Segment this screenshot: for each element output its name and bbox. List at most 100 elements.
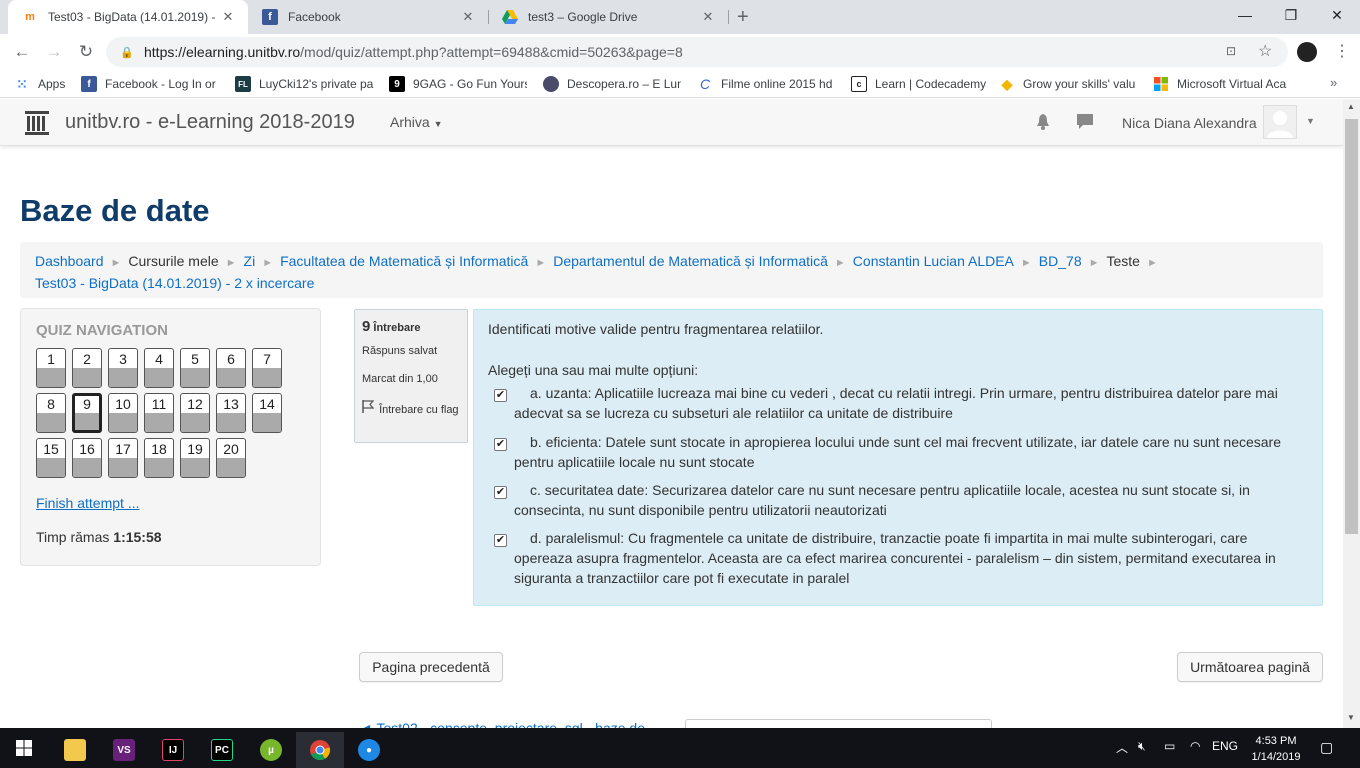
system-clock[interactable]: 4:53 PM 1/14/2019 — [1250, 733, 1302, 765]
close-icon[interactable]: ✕ — [218, 9, 238, 25]
page-scrollbar[interactable]: ▲ ▼ — [1343, 99, 1360, 728]
bell-icon[interactable] — [1036, 114, 1050, 130]
quiz-nav-button-8[interactable]: 8 — [36, 393, 66, 433]
tab-google-drive[interactable]: test3 – Google Drive ✕ — [488, 0, 728, 34]
intellij-icon[interactable]: IJ — [149, 732, 197, 768]
bookmark-9gag[interactable]: 9 9GAG - Go Fun Yours — [389, 75, 527, 93]
close-icon[interactable]: ✕ — [458, 9, 478, 25]
university-logo-icon[interactable] — [25, 111, 49, 138]
quiz-nav-button-13[interactable]: 13 — [216, 393, 246, 433]
answer-option-c[interactable]: ✔ c. securitatea date: Securizarea datel… — [490, 480, 1290, 520]
breadcrumb-departamentul[interactable]: Departamentul de Matematică și Informati… — [553, 253, 828, 269]
quiz-nav-button-16[interactable]: 16 — [72, 438, 102, 478]
quiz-nav-button-12[interactable]: 12 — [180, 393, 210, 433]
breadcrumb-dashboard[interactable]: Dashboard — [35, 253, 104, 269]
breadcrumb-zi[interactable]: Zi — [244, 253, 256, 269]
quiz-nav-button-15[interactable]: 15 — [36, 438, 66, 478]
visual-studio-icon[interactable]: VS — [100, 732, 148, 768]
jump-to-select[interactable] — [685, 719, 992, 728]
quiz-nav-button-1[interactable]: 1 — [36, 348, 66, 388]
translate-icon[interactable]: ⊡ — [1226, 44, 1236, 58]
checkbox-checked-icon[interactable]: ✔ — [494, 438, 507, 451]
bookmark-facebook[interactable]: f Facebook - Log In or — [81, 75, 219, 93]
quiz-nav-button-7[interactable]: 7 — [252, 348, 282, 388]
bookmark-grow-skills[interactable]: ◆ Grow your skills' valu — [999, 75, 1137, 93]
next-page-button[interactable]: Următoarea pagină — [1177, 652, 1323, 682]
quiz-nav-button-17[interactable]: 17 — [108, 438, 138, 478]
back-arrow-icon[interactable]: ← — [10, 40, 34, 64]
avatar[interactable] — [1263, 105, 1297, 139]
quiz-nav-button-10[interactable]: 10 — [108, 393, 138, 433]
bookmark-luycki[interactable]: FL LuyCki12's private pa — [235, 75, 375, 93]
quiz-nav-button-20[interactable]: 20 — [216, 438, 246, 478]
answer-option-a[interactable]: ✔ a. uzanta: Aplicatiile lucreaza mai bi… — [490, 383, 1290, 423]
more-bookmarks-chevron-icon[interactable]: » — [1330, 75, 1337, 90]
bookmark-filme[interactable]: C Filme online 2015 hd — [697, 75, 835, 93]
volume-muted-icon[interactable]: 🔇︎ — [1138, 739, 1146, 754]
bookmark-descopera[interactable]: Descopera.ro – E Lum — [543, 75, 681, 93]
restore-button[interactable]: ❐ — [1268, 0, 1314, 30]
arhiva-menu-label: Arhiva — [390, 114, 430, 130]
minimize-button[interactable]: — — [1222, 0, 1268, 30]
chrome-icon[interactable] — [296, 732, 344, 768]
finish-attempt-link[interactable]: Finish attempt ... — [36, 495, 139, 511]
quiz-nav-button-11[interactable]: 11 — [144, 393, 174, 433]
new-tab-button[interactable]: + — [737, 6, 749, 29]
breadcrumb-teste: Teste — [1106, 253, 1140, 269]
language-indicator[interactable]: ENG — [1212, 739, 1238, 753]
quiz-nav-button-9[interactable]: 9 — [72, 393, 102, 433]
tab-quiz[interactable]: m Test03 - BigData (14.01.2019) - 2 ✕ — [8, 0, 248, 34]
checkbox-checked-icon[interactable]: ✔ — [494, 389, 507, 402]
bookmark-apps[interactable]: ⁙ Apps — [14, 75, 74, 93]
kebab-menu-icon[interactable]: ⋮ — [1334, 41, 1350, 61]
previous-activity-link[interactable]: ◄ Test02 - concepte, proiectare, sql - b… — [359, 720, 645, 728]
answer-option-b[interactable]: ✔ b. eficienta: Datele sunt stocate in a… — [490, 432, 1290, 472]
scrollbar-thumb[interactable] — [1345, 119, 1358, 534]
breadcrumb-teacher[interactable]: Constantin Lucian ALDEA — [853, 253, 1014, 269]
tab-facebook[interactable]: f Facebook ✕ — [248, 0, 488, 34]
arhiva-menu[interactable]: Arhiva ▼ — [390, 114, 443, 130]
window-close-button[interactable]: ✕ — [1314, 0, 1360, 30]
breadcrumb-facultatea[interactable]: Facultatea de Matematică și Informatică — [280, 253, 528, 269]
quiz-nav-number: 17 — [115, 441, 131, 457]
site-name[interactable]: unitbv.ro - e-Learning 2018-2019 — [65, 111, 355, 134]
battery-icon[interactable]: ▭ — [1164, 739, 1175, 753]
quiz-nav-button-4[interactable]: 4 — [144, 348, 174, 388]
windows-start-icon[interactable] — [0, 728, 48, 768]
quiz-nav-button-3[interactable]: 3 — [108, 348, 138, 388]
user-menu-caret-icon[interactable]: ▼ — [1306, 116, 1315, 126]
file-explorer-icon[interactable] — [51, 732, 99, 768]
address-bar[interactable]: 🔒 https://elearning.unitbv.ro/mod/quiz/a… — [106, 37, 1288, 67]
pycharm-icon[interactable]: PC — [198, 732, 246, 768]
answer-option-d[interactable]: ✔ d. paralelismul: Cu fragmentele ca uni… — [490, 528, 1290, 588]
message-icon[interactable] — [1077, 114, 1093, 133]
checkbox-checked-icon[interactable]: ✔ — [494, 534, 507, 547]
scroll-up-icon[interactable]: ▲ — [1347, 102, 1355, 111]
wifi-icon[interactable]: ◠ — [1190, 739, 1200, 753]
tray-chevron-up-icon[interactable]: ︿ — [1116, 739, 1128, 756]
quiz-nav-button-2[interactable]: 2 — [72, 348, 102, 388]
utorrent-icon[interactable]: µ — [247, 732, 295, 768]
breadcrumb-test03[interactable]: Test03 - BigData (14.01.2019) - 2 x ince… — [35, 275, 314, 291]
checkbox-checked-icon[interactable]: ✔ — [494, 486, 507, 499]
quiz-nav-button-5[interactable]: 5 — [180, 348, 210, 388]
scroll-down-icon[interactable]: ▼ — [1347, 713, 1355, 722]
profile-avatar-icon[interactable] — [1297, 42, 1317, 62]
quiz-nav-button-18[interactable]: 18 — [144, 438, 174, 478]
bookmark-star-icon[interactable]: ☆ — [1258, 41, 1272, 61]
bookmark-microsoft[interactable]: Microsoft Virtual Aca — [1153, 75, 1291, 93]
quiz-nav-button-6[interactable]: 6 — [216, 348, 246, 388]
breadcrumb-bd78[interactable]: BD_78 — [1039, 253, 1082, 269]
flag-question-toggle[interactable]: Întrebare cu flag — [362, 400, 462, 420]
close-icon[interactable]: ✕ — [698, 9, 718, 25]
maps-icon[interactable]: ● — [345, 732, 393, 768]
reload-icon[interactable]: ↻ — [74, 40, 98, 64]
quiz-nav-button-19[interactable]: 19 — [180, 438, 210, 478]
previous-page-button[interactable]: Pagina precedentă — [359, 652, 503, 682]
forward-arrow-icon[interactable]: → — [42, 40, 66, 64]
bookmark-codecademy[interactable]: c Learn | Codecademy — [851, 75, 989, 93]
quiz-navigation-block: QUIZ NAVIGATION 1 2 3 4 5 6 7 8 9 10 11 12 13 14 15 16 1… — [20, 308, 321, 566]
quiz-nav-button-14[interactable]: 14 — [252, 393, 282, 433]
user-name[interactable]: Nica Diana Alexandra — [1122, 115, 1257, 131]
notification-icon[interactable]: ▢ — [1320, 739, 1333, 756]
